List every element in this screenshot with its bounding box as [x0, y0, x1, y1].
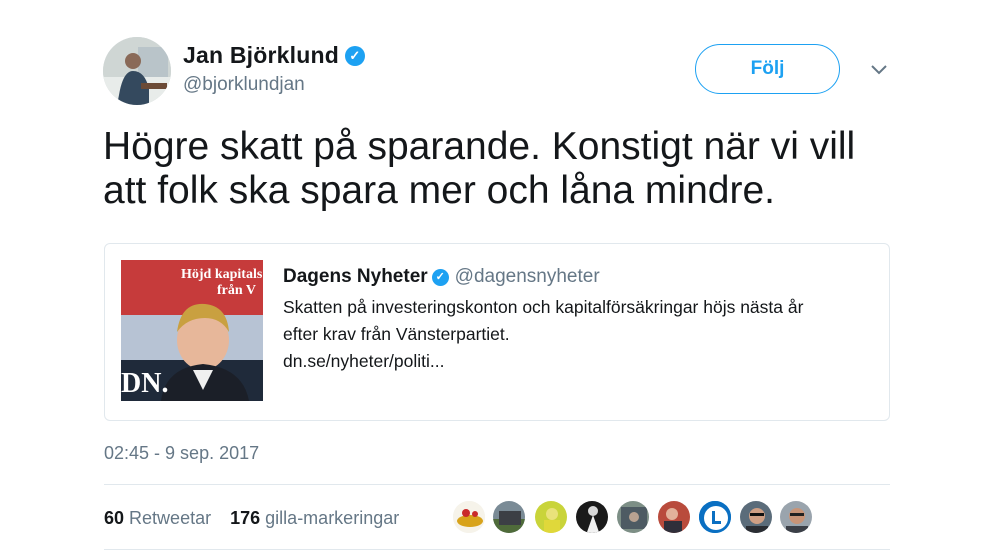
tweet-text: Högre skatt på sparande. Konstigt när vi…: [103, 125, 903, 213]
liker-avatar[interactable]: [616, 500, 650, 534]
image-logo-text: DN.: [121, 368, 168, 399]
quoted-text-line-2: efter krav från Vänsterpartiet.: [283, 324, 510, 344]
verified-badge-icon: ✓: [344, 46, 365, 66]
quoted-author[interactable]: Dagens Nyheter ✓ @dagensnyheter: [283, 266, 600, 288]
retweets-count: 60: [104, 508, 125, 528]
quoted-tweet-image[interactable]: Höjd kapitals från V DN.: [121, 260, 263, 401]
retweets-stat[interactable]: 60 Retweetar: [104, 508, 211, 528]
verified-badge-icon: ✓: [431, 269, 449, 286]
tweet-text-line-2: att folk ska spara mer och låna mindre.: [103, 169, 775, 212]
liker-avatar[interactable]: [575, 500, 609, 534]
retweets-label: Retweetar: [129, 508, 212, 528]
divider: [104, 484, 890, 485]
liker-avatar[interactable]: [534, 500, 568, 534]
likes-label: gilla-markeringar: [265, 508, 400, 528]
author-handle[interactable]: @bjorklundjan: [183, 74, 305, 96]
quoted-author-name[interactable]: Dagens Nyheter: [283, 266, 428, 287]
author-name-text[interactable]: Jan Björklund: [183, 42, 339, 68]
likes-stat[interactable]: 176 gilla-markeringar: [230, 508, 399, 528]
image-caption-2: från V: [217, 283, 256, 298]
tweet-timestamp[interactable]: 02:45 - 9 sep. 2017: [104, 443, 259, 464]
tweet-stats: 60 Retweetar 176 gilla-markeringar: [104, 508, 413, 529]
image-caption-1: Höjd kapitals: [181, 267, 263, 282]
chevron-down-icon[interactable]: [868, 58, 890, 80]
liker-avatar[interactable]: [739, 500, 773, 534]
liker-avatar[interactable]: [492, 500, 526, 534]
author-name[interactable]: Jan Björklund ✓: [183, 42, 365, 69]
divider: [104, 549, 890, 550]
tweet-text-line-1: Högre skatt på sparande. Konstigt när vi…: [103, 125, 856, 168]
liker-avatar[interactable]: [779, 500, 813, 534]
follow-button[interactable]: Följ: [695, 44, 840, 94]
likes-count: 176: [230, 508, 261, 528]
liker-avatar[interactable]: [657, 500, 691, 534]
liker-avatar[interactable]: [698, 500, 732, 534]
author-avatar[interactable]: [103, 37, 171, 105]
quoted-text-line-1: Skatten på investeringskonton och kapita…: [283, 297, 804, 317]
quoted-author-handle[interactable]: @dagensnyheter: [455, 266, 600, 287]
liker-avatar[interactable]: [452, 500, 486, 534]
quoted-tweet-text: Skatten på investeringskonton och kapita…: [283, 294, 873, 375]
quoted-link[interactable]: dn.se/nyheter/politi...: [283, 348, 873, 375]
